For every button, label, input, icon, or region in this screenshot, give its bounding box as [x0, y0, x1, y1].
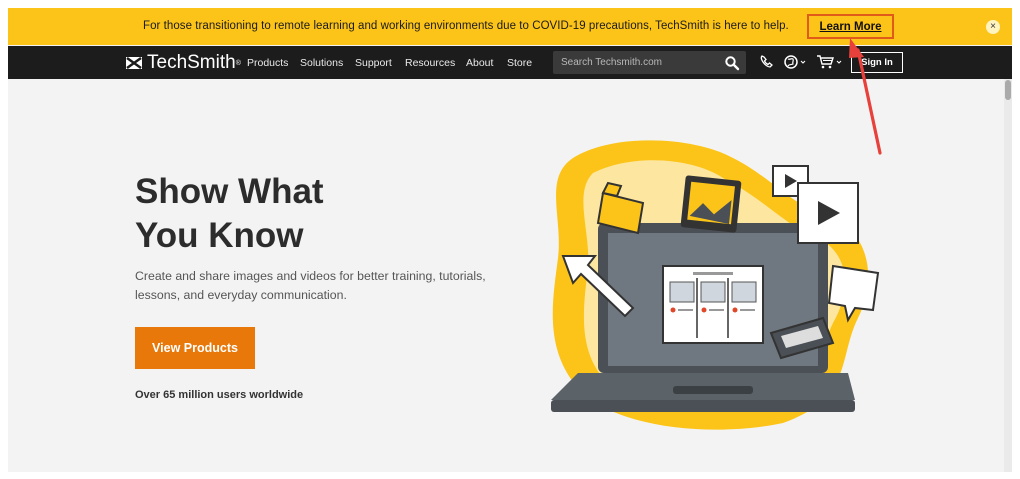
registered-mark: ®	[235, 59, 241, 67]
main-navigation: TechSmith ® Products Solutions Support Re…	[8, 46, 1012, 79]
hero-title: Show What You Know	[135, 170, 324, 258]
hero-description: Create and share images and videos for b…	[135, 269, 486, 302]
techsmith-logo[interactable]: TechSmith ®	[125, 52, 241, 74]
browser-viewport: For those transitioning to remote learni…	[8, 8, 1012, 472]
search-input[interactable]: Search Techsmith.com	[561, 57, 662, 68]
nav-store[interactable]: Store	[507, 57, 532, 69]
view-products-button[interactable]: View Products	[135, 327, 255, 369]
document-icon	[662, 265, 764, 344]
banner-message: For those transitioning to remote learni…	[143, 20, 789, 32]
nav-products[interactable]: Products	[247, 57, 288, 69]
scrollbar-thumb[interactable]	[1005, 80, 1011, 100]
hero-illustration	[551, 140, 880, 430]
search-icon[interactable]	[724, 55, 740, 71]
covid-banner: For those transitioning to remote learni…	[8, 8, 1012, 45]
hero-title-line-1: Show What	[135, 172, 324, 211]
logo-text: TechSmith	[147, 52, 236, 73]
techsmith-mark-icon	[126, 56, 142, 70]
close-icon[interactable]: ×	[986, 20, 1000, 34]
globe-icon[interactable]	[784, 54, 808, 70]
sign-in-button[interactable]: Sign In	[851, 52, 903, 73]
nav-about[interactable]: About	[466, 57, 493, 69]
nav-support[interactable]: Support	[355, 57, 392, 69]
search-box[interactable]: Search Techsmith.com	[553, 51, 746, 74]
scrollbar-track[interactable]	[1004, 79, 1012, 472]
user-count: Over 65 million users worldwide	[135, 389, 304, 401]
nav-resources[interactable]: Resources	[405, 57, 455, 69]
phone-icon[interactable]	[759, 54, 775, 70]
hero-title-line-2: You Know	[135, 216, 304, 255]
nav-solutions[interactable]: Solutions	[300, 57, 343, 69]
cart-icon[interactable]	[816, 54, 844, 70]
learn-more-link[interactable]: Learn More	[807, 14, 894, 39]
image-frame-icon	[680, 175, 742, 233]
